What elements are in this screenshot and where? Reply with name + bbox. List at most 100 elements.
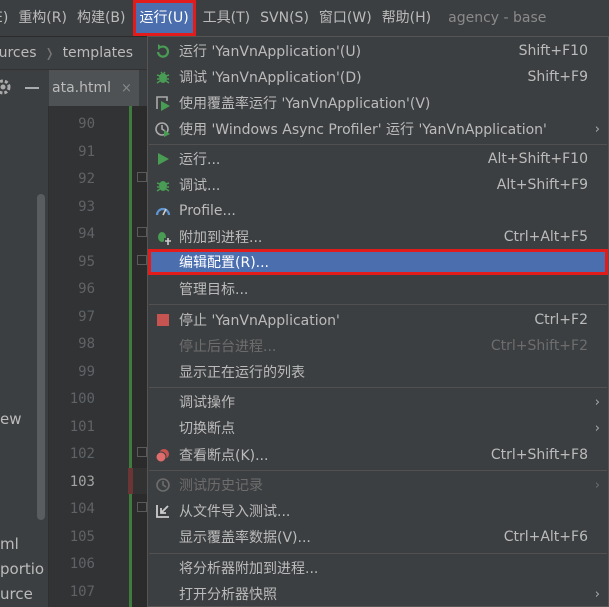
menu-item-label: 运行...	[179, 152, 221, 168]
attach-icon	[155, 229, 171, 245]
menu-item-label: 编辑配置(R)...	[179, 255, 270, 271]
tree-item[interactable]: portio	[0, 560, 44, 578]
breadcrumb-templates[interactable]: templates	[63, 45, 134, 61]
menu-item-manage-targets[interactable]: 管理目标...	[148, 276, 608, 302]
menu-item-open-profiler-snapshot[interactable]: 打开分析器快照 ›	[148, 581, 608, 607]
menu-item-toggle-breakpoint[interactable]: 切换断点 ›	[148, 415, 608, 441]
menu-item-shortcut: Alt+Shift+F9	[496, 177, 588, 193]
menu-item-label: 停止 'YanVnApplication'	[179, 313, 340, 329]
menu-item-label: 查看断点(K)...	[179, 448, 269, 464]
breadcrumb-separator-icon: ❭	[44, 46, 55, 60]
menu-item-label: 使用覆盖率运行 'YanVnApplication'(V)	[179, 96, 431, 112]
tree-item[interactable]: ew	[0, 410, 22, 428]
menu-separator	[149, 387, 607, 388]
tree-item[interactable]: ml	[0, 535, 19, 553]
menu-item-run-coverage[interactable]: 使用覆盖率运行 'YanVnApplication'(V)	[148, 90, 608, 116]
menu-item-view-breakpoints[interactable]: 查看断点(K)... Ctrl+Shift+F8	[148, 442, 608, 468]
line-number: 101	[69, 419, 95, 435]
menu-item-show-running-list[interactable]: 显示正在运行的列表	[148, 359, 608, 385]
menu-item-debug-actions[interactable]: 调试操作 ›	[148, 389, 608, 415]
stop-icon	[155, 312, 171, 328]
debug-icon	[155, 69, 171, 85]
menu-item-edit-configurations[interactable]: 编辑配置(R)...	[148, 249, 608, 275]
submenu-arrow-icon: ›	[594, 477, 600, 493]
menu-edit[interactable]: E)	[0, 0, 13, 36]
line-number: 107	[69, 584, 95, 600]
menu-item-label: 附加到进程...	[179, 230, 263, 246]
menu-item-profile[interactable]: Profile...	[148, 198, 608, 224]
menu-item-run-config[interactable]: 运行 'YanVnApplication'(U) Shift+F10	[148, 38, 608, 64]
debug-icon	[155, 177, 171, 193]
minimize-icon[interactable]	[25, 87, 39, 89]
menu-item-label: 调试...	[179, 178, 221, 194]
editor-tab[interactable]: ata.html ×	[49, 70, 139, 106]
run-menu-dropdown: 运行 'YanVnApplication'(U) Shift+F10 调试 'Y…	[147, 36, 609, 607]
menu-item-run-profiler[interactable]: 使用 'Windows Async Profiler' 运行 'YanVnApp…	[148, 116, 608, 142]
menu-item-shortcut: Shift+F10	[518, 43, 588, 59]
menu-help[interactable]: 帮助(H)	[377, 0, 436, 36]
menu-item-debug-config[interactable]: 调试 'YanVnApplication'(D) Shift+F9	[148, 64, 608, 90]
submenu-arrow-icon: ›	[594, 121, 600, 137]
fold-icon[interactable]	[137, 227, 147, 237]
import-icon	[155, 503, 171, 519]
menu-item-run[interactable]: 运行... Alt+Shift+F10	[148, 146, 608, 172]
menu-item-shortcut: Ctrl+F2	[534, 312, 588, 328]
breakpoints-icon	[155, 447, 171, 463]
menu-item-label: 停止后台进程...	[179, 339, 277, 355]
menu-item-label: 打开分析器快照	[179, 587, 277, 603]
menu-item-label: 从文件导入测试...	[179, 504, 291, 520]
menu-item-shortcut: Alt+Shift+F10	[487, 151, 588, 167]
scrollbar[interactable]	[37, 194, 45, 520]
menu-build[interactable]: 构建(B)	[72, 0, 131, 36]
line-number: 96	[78, 281, 95, 297]
menu-item-label: 切换断点	[179, 421, 235, 437]
menu-item-label: 测试历史记录	[179, 478, 263, 494]
line-number: 102	[69, 446, 95, 462]
menu-refactor[interactable]: 重构(R)	[13, 0, 72, 36]
menu-svn[interactable]: SVN(S)	[255, 0, 314, 36]
project-panel: ew ml portio urce	[0, 106, 49, 607]
menu-item-import-tests[interactable]: 从文件导入测试...	[148, 498, 608, 524]
project-title: agency - base	[448, 10, 547, 26]
menu-item-debug[interactable]: 调试... Alt+Shift+F9	[148, 172, 608, 198]
vcs-change-marker	[129, 106, 132, 607]
menu-tools[interactable]: 工具(T)	[198, 0, 255, 36]
line-number: 93	[78, 199, 95, 215]
menu-item-shortcut: Shift+F9	[527, 69, 588, 85]
menu-item-label: 将分析器附加到进程...	[179, 561, 319, 577]
menu-item-attach-profiler[interactable]: 将分析器附加到进程...	[148, 555, 608, 581]
submenu-arrow-icon: ›	[594, 420, 600, 436]
tree-item[interactable]: urce	[0, 585, 33, 603]
menu-separator	[149, 470, 607, 471]
menu-item-shortcut: Ctrl+Alt+F6	[503, 529, 588, 545]
line-gutter: 90 91 92 93 94 95 96 97 98 99 100 101 10…	[49, 106, 134, 607]
menu-item-stop[interactable]: 停止 'YanVnApplication' Ctrl+F2	[148, 307, 608, 333]
line-number: 94	[78, 226, 95, 242]
fold-icon[interactable]	[137, 172, 147, 182]
line-number: 99	[78, 364, 95, 380]
menu-window[interactable]: 窗口(W)	[314, 0, 377, 36]
menu-bar: E) 重构(R) 构建(B) 运行(U) 工具(T) SVN(S) 窗口(W) …	[0, 0, 609, 37]
menu-item-shortcut: Ctrl+Shift+F2	[490, 338, 588, 354]
menu-item-stop-background: 停止后台进程... Ctrl+Shift+F2	[148, 333, 608, 359]
rerun-icon	[155, 43, 171, 59]
menu-separator	[149, 304, 607, 305]
menu-item-attach-process[interactable]: 附加到进程... Ctrl+Alt+F5	[148, 224, 608, 250]
close-icon[interactable]: ×	[121, 81, 132, 96]
fold-icon[interactable]	[137, 447, 147, 457]
menu-run[interactable]: 运行(U)	[132, 0, 196, 36]
breadcrumb-resources[interactable]: ources	[0, 45, 37, 61]
menu-item-show-coverage-data[interactable]: 显示覆盖率数据(V)... Ctrl+Alt+F6	[148, 524, 608, 550]
current-line-number: 103	[69, 474, 95, 490]
line-number: 90	[78, 116, 95, 132]
fold-icon[interactable]	[137, 502, 147, 512]
gear-icon[interactable]	[0, 78, 12, 96]
fold-icon[interactable]	[137, 255, 147, 265]
history-icon	[155, 477, 171, 493]
menu-separator	[149, 144, 607, 145]
menu-item-shortcut: Ctrl+Shift+F8	[490, 447, 588, 463]
line-number: 106	[69, 556, 95, 572]
line-number: 104	[69, 501, 95, 517]
menu-item-label: 使用 'Windows Async Profiler' 运行 'YanVnApp…	[179, 122, 547, 138]
menu-item-test-history: 测试历史记录 ›	[148, 472, 608, 498]
